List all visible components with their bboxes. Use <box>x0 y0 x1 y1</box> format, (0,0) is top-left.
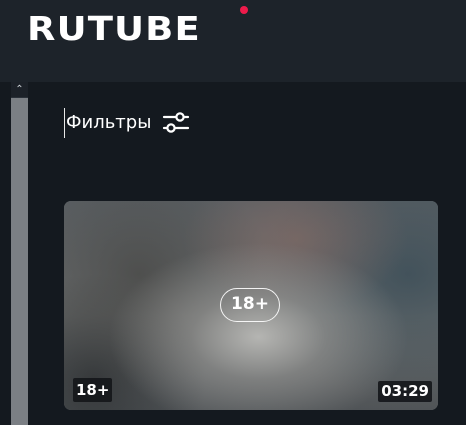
scrollbar-thumb[interactable] <box>11 98 28 425</box>
rutube-logo[interactable]: RUTUBE <box>27 6 248 46</box>
logo-text: RUTUBE <box>27 9 201 48</box>
filters-label: Фильтры <box>66 112 152 133</box>
video-duration: 03:29 <box>378 381 432 402</box>
video-card[interactable]: 18+ 18+ 03:29 <box>64 201 438 410</box>
age-badge: 18+ <box>73 378 113 402</box>
sliders-icon <box>161 108 191 138</box>
page: RUTUBE ⌃ Фильтры 18+ 18+ 03:29 <box>0 0 466 425</box>
filters-button[interactable]: Фильтры <box>64 108 191 138</box>
scrollbar[interactable]: ⌃ <box>11 82 28 425</box>
header: RUTUBE <box>0 0 466 82</box>
chevron-up-icon[interactable]: ⌃ <box>11 82 28 97</box>
age-restriction-label: 18+ <box>220 288 280 322</box>
logo-dot <box>240 6 248 14</box>
